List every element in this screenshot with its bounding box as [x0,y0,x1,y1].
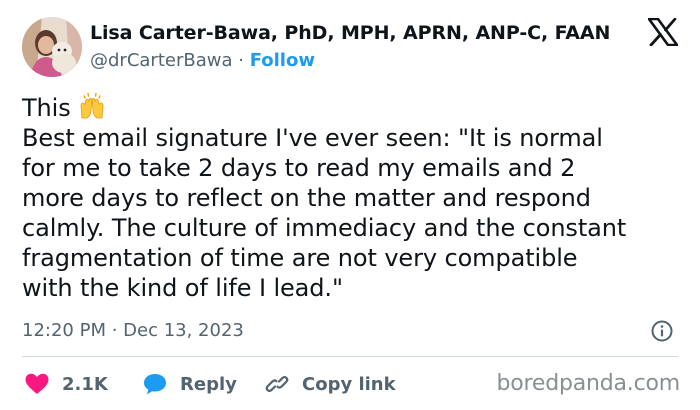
tweet-line-this: This [22,94,71,122]
reply-button[interactable]: Reply [142,369,237,399]
heart-icon [25,373,49,394]
handle-separator: · [238,50,244,71]
avatar-photo [22,17,82,77]
divider [22,356,678,357]
like-button[interactable]: 2.1K [24,369,108,399]
tweet-header: Lisa Carter-Bawa, PhD, MPH, APRN, ANP-C,… [20,16,680,78]
link-icon [265,375,289,393]
tweet-body: Best email signature I've ever seen: "It… [22,124,627,302]
author-handle[interactable]: @drCarterBawa [90,50,233,71]
info-icon[interactable] [650,319,674,343]
copy-link-button[interactable]: Copy link [264,369,396,399]
boredpanda-watermark: boredpanda.com [496,371,680,396]
raising-hands-emoji-icon [80,92,104,119]
reply-label: Reply [180,373,237,395]
x-logo-icon[interactable] [648,18,678,46]
like-count: 2.1K [62,373,108,395]
reply-bubble-icon [144,374,166,395]
follow-button[interactable]: Follow [250,50,315,71]
copy-link-label: Copy link [302,373,396,395]
author-handle-row: @drCarterBawa · Follow [90,48,610,74]
author-display-name[interactable]: Lisa Carter-Bawa, PhD, MPH, APRN, ANP-C,… [90,20,610,46]
tweet-text: This Best email signature I've ever seen… [22,92,682,303]
tweet-meta: 12:20 PM · Dec 13, 2023 [22,317,678,345]
tweet-timestamp[interactable]: 12:20 PM · Dec 13, 2023 [22,320,244,341]
author-names: Lisa Carter-Bawa, PhD, MPH, APRN, ANP-C,… [90,20,610,74]
tweet-card: Lisa Carter-Bawa, PhD, MPH, APRN, ANP-C,… [0,0,700,410]
avatar[interactable] [22,17,82,77]
